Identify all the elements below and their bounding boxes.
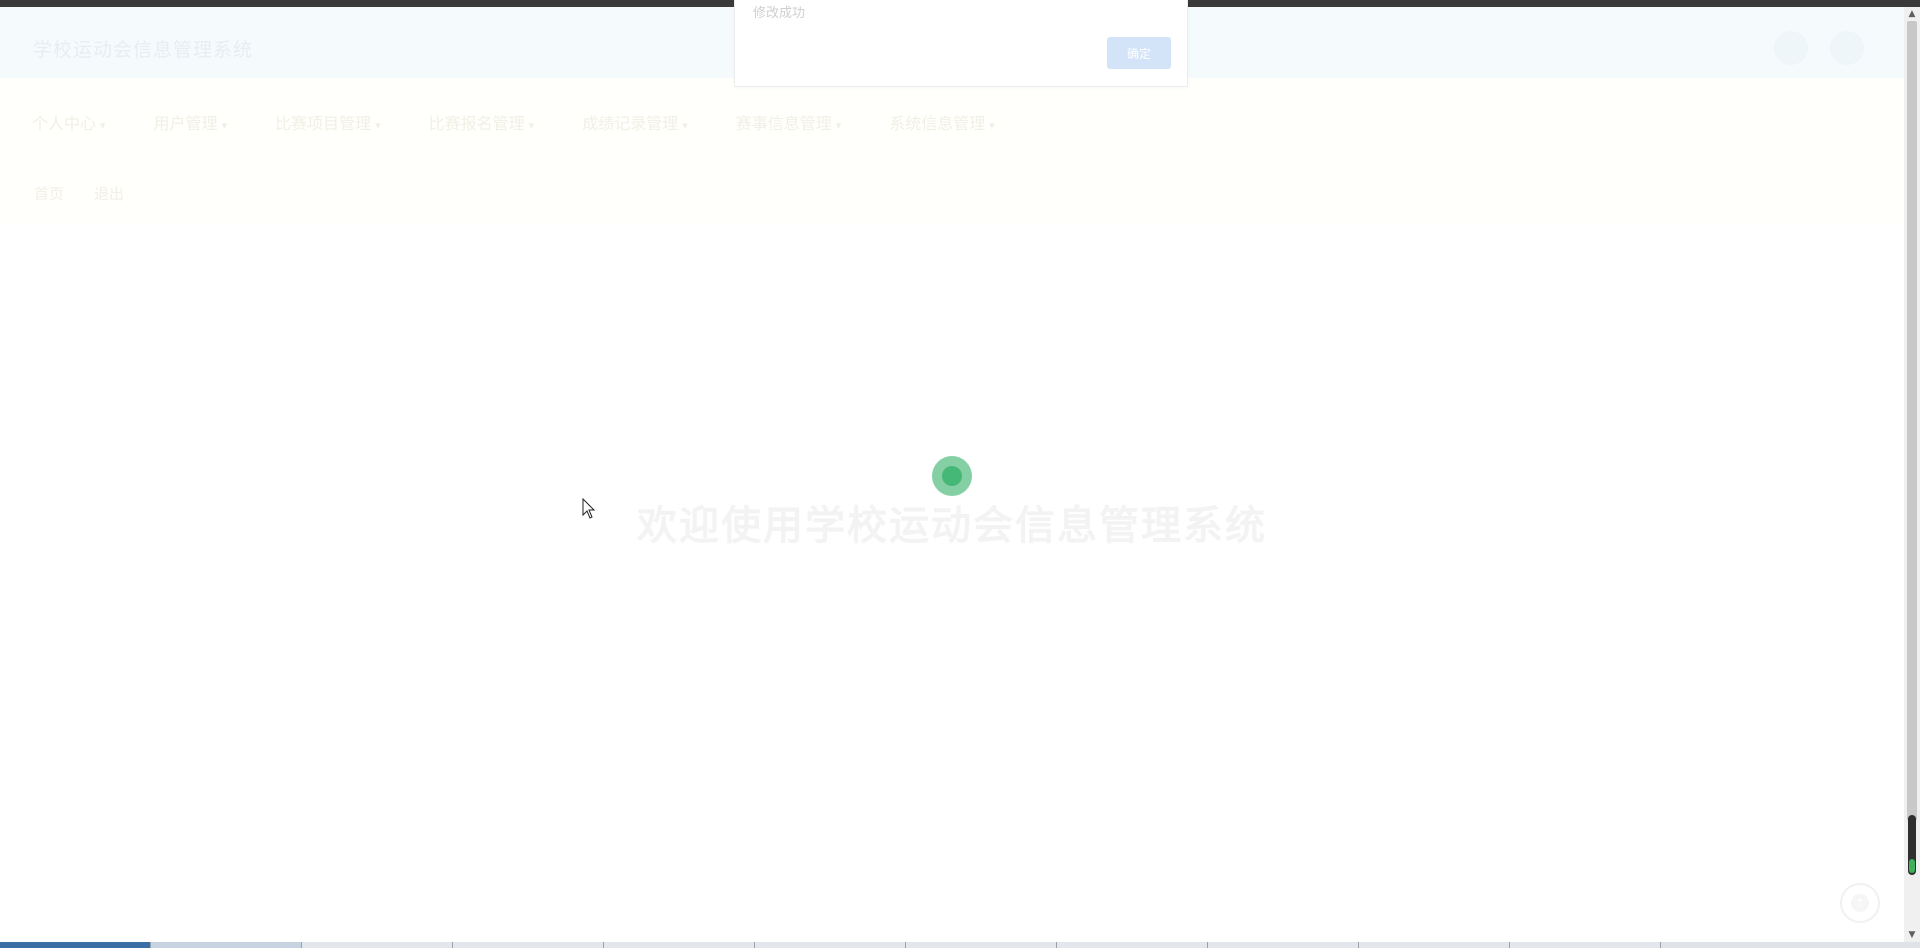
loading-spinner xyxy=(932,456,972,496)
alert-dialog: 修改成功 确定 xyxy=(734,0,1188,87)
chevron-down-icon: ▾ xyxy=(528,119,535,132)
scroll-indicator-mark xyxy=(1909,859,1915,873)
nav-item-personal-center[interactable]: 个人中心 ▾ xyxy=(16,108,122,140)
scroll-position-indicator xyxy=(1908,815,1916,875)
chevron-down-icon: ▾ xyxy=(221,119,228,132)
chevron-down-icon: ▾ xyxy=(375,119,381,132)
dialog-message: 修改成功 xyxy=(753,6,806,21)
ok-button[interactable]: 确定 xyxy=(1107,37,1171,69)
taskbar-item[interactable] xyxy=(1208,942,1359,948)
page-scrollbar[interactable]: ▲ ▼ xyxy=(1904,7,1920,942)
chevron-down-icon: ▾ xyxy=(835,119,842,132)
app-title: 学校运动会信息管理系统 xyxy=(33,39,254,61)
os-taskbar xyxy=(0,942,1920,948)
nav-logout-link[interactable]: 退出 xyxy=(94,183,124,204)
top-nav: 个人中心 ▾ 用户管理 ▾ 比赛项目管理 ▾ 比赛报名管理 ▾ 成绩记录管理 ▾ 赛事信息… xyxy=(0,78,1904,224)
taskbar-item[interactable] xyxy=(906,942,1057,948)
scroll-down-arrow-icon[interactable]: ▼ xyxy=(1904,928,1920,942)
avatar[interactable] xyxy=(1830,31,1864,65)
taskbar-item[interactable] xyxy=(1057,942,1208,948)
message-icon[interactable] xyxy=(1774,31,1808,65)
nav-item-scores[interactable]: 成绩记录管理 ▾ xyxy=(566,108,704,140)
nav-item-users[interactable]: 用户管理 ▾ xyxy=(138,108,244,140)
chevron-down-icon: ▾ xyxy=(100,119,106,132)
taskbar-item[interactable] xyxy=(453,942,604,948)
taskbar-item[interactable] xyxy=(1510,942,1661,948)
scrollbar-thumb[interactable] xyxy=(1907,21,1917,821)
taskbar-item[interactable] xyxy=(1359,942,1510,948)
welcome-heading: 欢迎使用学校运动会信息管理系统 xyxy=(637,503,1267,549)
nav-menu: 个人中心 ▾ 用户管理 ▾ 比赛项目管理 ▾ 比赛报名管理 ▾ 成绩记录管理 ▾ 赛事信息… xyxy=(0,108,1011,140)
taskbar-item[interactable] xyxy=(151,942,302,948)
arrow-up-icon: ↑ xyxy=(1851,894,1869,912)
taskbar-item[interactable] xyxy=(604,942,755,948)
nav-item-competition-info[interactable]: 赛事信息管理 ▾ xyxy=(720,108,858,140)
chevron-down-icon: ▾ xyxy=(682,119,688,132)
spinner-dot xyxy=(942,466,962,486)
taskbar-start[interactable] xyxy=(0,942,151,948)
chevron-down-icon: ▾ xyxy=(989,119,995,132)
nav-item-events[interactable]: 比赛项目管理 ▾ xyxy=(259,108,397,140)
nav-home-link[interactable]: 首页 xyxy=(34,183,64,204)
nav-secondary: 首页 退出 xyxy=(34,183,124,204)
mouse-cursor-icon xyxy=(582,498,596,519)
taskbar-item[interactable] xyxy=(302,942,453,948)
nav-item-registration[interactable]: 比赛报名管理 ▾ xyxy=(413,108,551,140)
back-to-top-button[interactable]: ↑ xyxy=(1840,883,1880,923)
taskbar-item[interactable] xyxy=(755,942,906,948)
nav-item-system-info[interactable]: 系统信息管理 ▾ xyxy=(873,108,1011,140)
scroll-up-arrow-icon[interactable]: ▲ xyxy=(1904,7,1920,21)
